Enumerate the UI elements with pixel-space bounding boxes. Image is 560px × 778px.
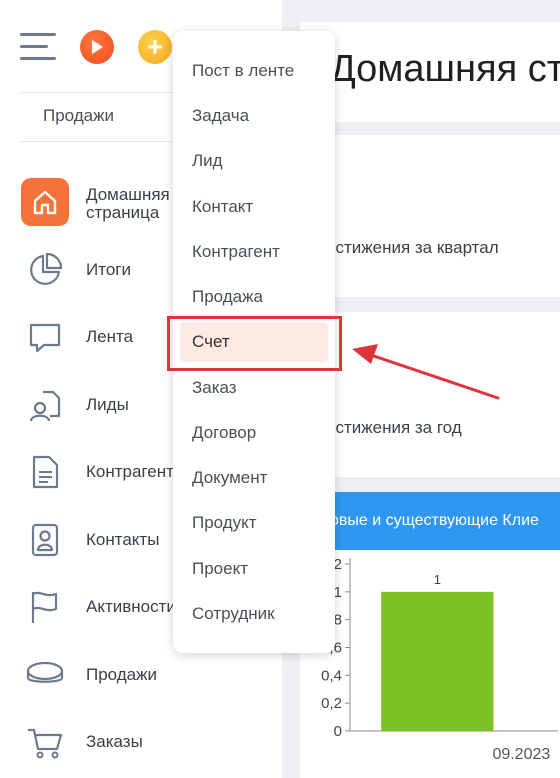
sidebar-item-label: Продажи (86, 665, 157, 684)
sidebar-item-label: Контакты (86, 530, 160, 549)
document-icon (22, 449, 68, 495)
sidebar-item-label: Домашняя страница (86, 185, 170, 222)
y-tick-label: 0 (334, 723, 342, 740)
sidebar-item-label: Активности (86, 597, 176, 616)
bar-chart: 00,20,40,60,811,2109.2023 (321, 556, 558, 763)
chat-bubble-icon (22, 314, 68, 360)
sidebar-item-label: Заказы (86, 732, 143, 751)
coins-icon (22, 652, 68, 698)
flag-icon (22, 584, 68, 630)
menu-item-lead[interactable]: Лид (173, 141, 335, 181)
menu-item-sale[interactable]: Продажа (173, 277, 335, 317)
highlight-box (167, 316, 342, 371)
x-tick-label: 09.2023 (492, 746, 550, 763)
bar (381, 591, 494, 731)
lead-icon (22, 382, 68, 428)
kpi-label: остижения за квартал (326, 238, 499, 257)
sidebar-item-label: Лиды (86, 395, 129, 414)
y-tick-label: 0,2 (321, 695, 342, 712)
kpi-card-quarter (300, 135, 560, 297)
sidebar-item-sales[interactable]: Продажи (0, 645, 282, 705)
menu-item-order[interactable]: Заказ (173, 368, 335, 408)
home-icon (21, 178, 69, 226)
menu-item-contract[interactable]: Договор (173, 413, 335, 453)
page-title: Домашняя стр (330, 48, 560, 90)
sidebar-section-label: Продажи (43, 106, 114, 125)
menu-item-product[interactable]: Продукт (173, 503, 335, 543)
sidebar-item-label: Контрагенты (86, 462, 187, 481)
play-icon[interactable] (80, 30, 114, 64)
sidebar-item-orders[interactable]: Заказы (0, 712, 282, 772)
sidebar-item-label: Итоги (86, 260, 131, 279)
kpi-label: остижения за год (326, 418, 462, 437)
hamburger-menu-icon[interactable] (20, 33, 56, 61)
sidebar-item-label: Лента (86, 327, 134, 346)
add-icon[interactable] (138, 30, 172, 64)
menu-item-project[interactable]: Проект (173, 549, 335, 589)
contact-card-icon (22, 517, 68, 563)
y-tick-label: 0,4 (321, 667, 342, 684)
data-label: 1 (434, 572, 441, 587)
chart-header-title: овые и существующие Клие (330, 512, 539, 529)
menu-item-employee[interactable]: Сотрудник (173, 594, 335, 634)
menu-item-document[interactable]: Документ (173, 458, 335, 498)
menu-item-feed-post[interactable]: Пост в ленте (173, 51, 335, 91)
pie-chart-icon (22, 247, 68, 293)
annotation-arrow-icon (352, 344, 500, 400)
cart-icon (22, 719, 68, 765)
menu-item-contact[interactable]: Контакт (173, 187, 335, 227)
menu-item-counterparty[interactable]: Контрагент (173, 232, 335, 272)
menu-item-task[interactable]: Задача (173, 96, 335, 136)
